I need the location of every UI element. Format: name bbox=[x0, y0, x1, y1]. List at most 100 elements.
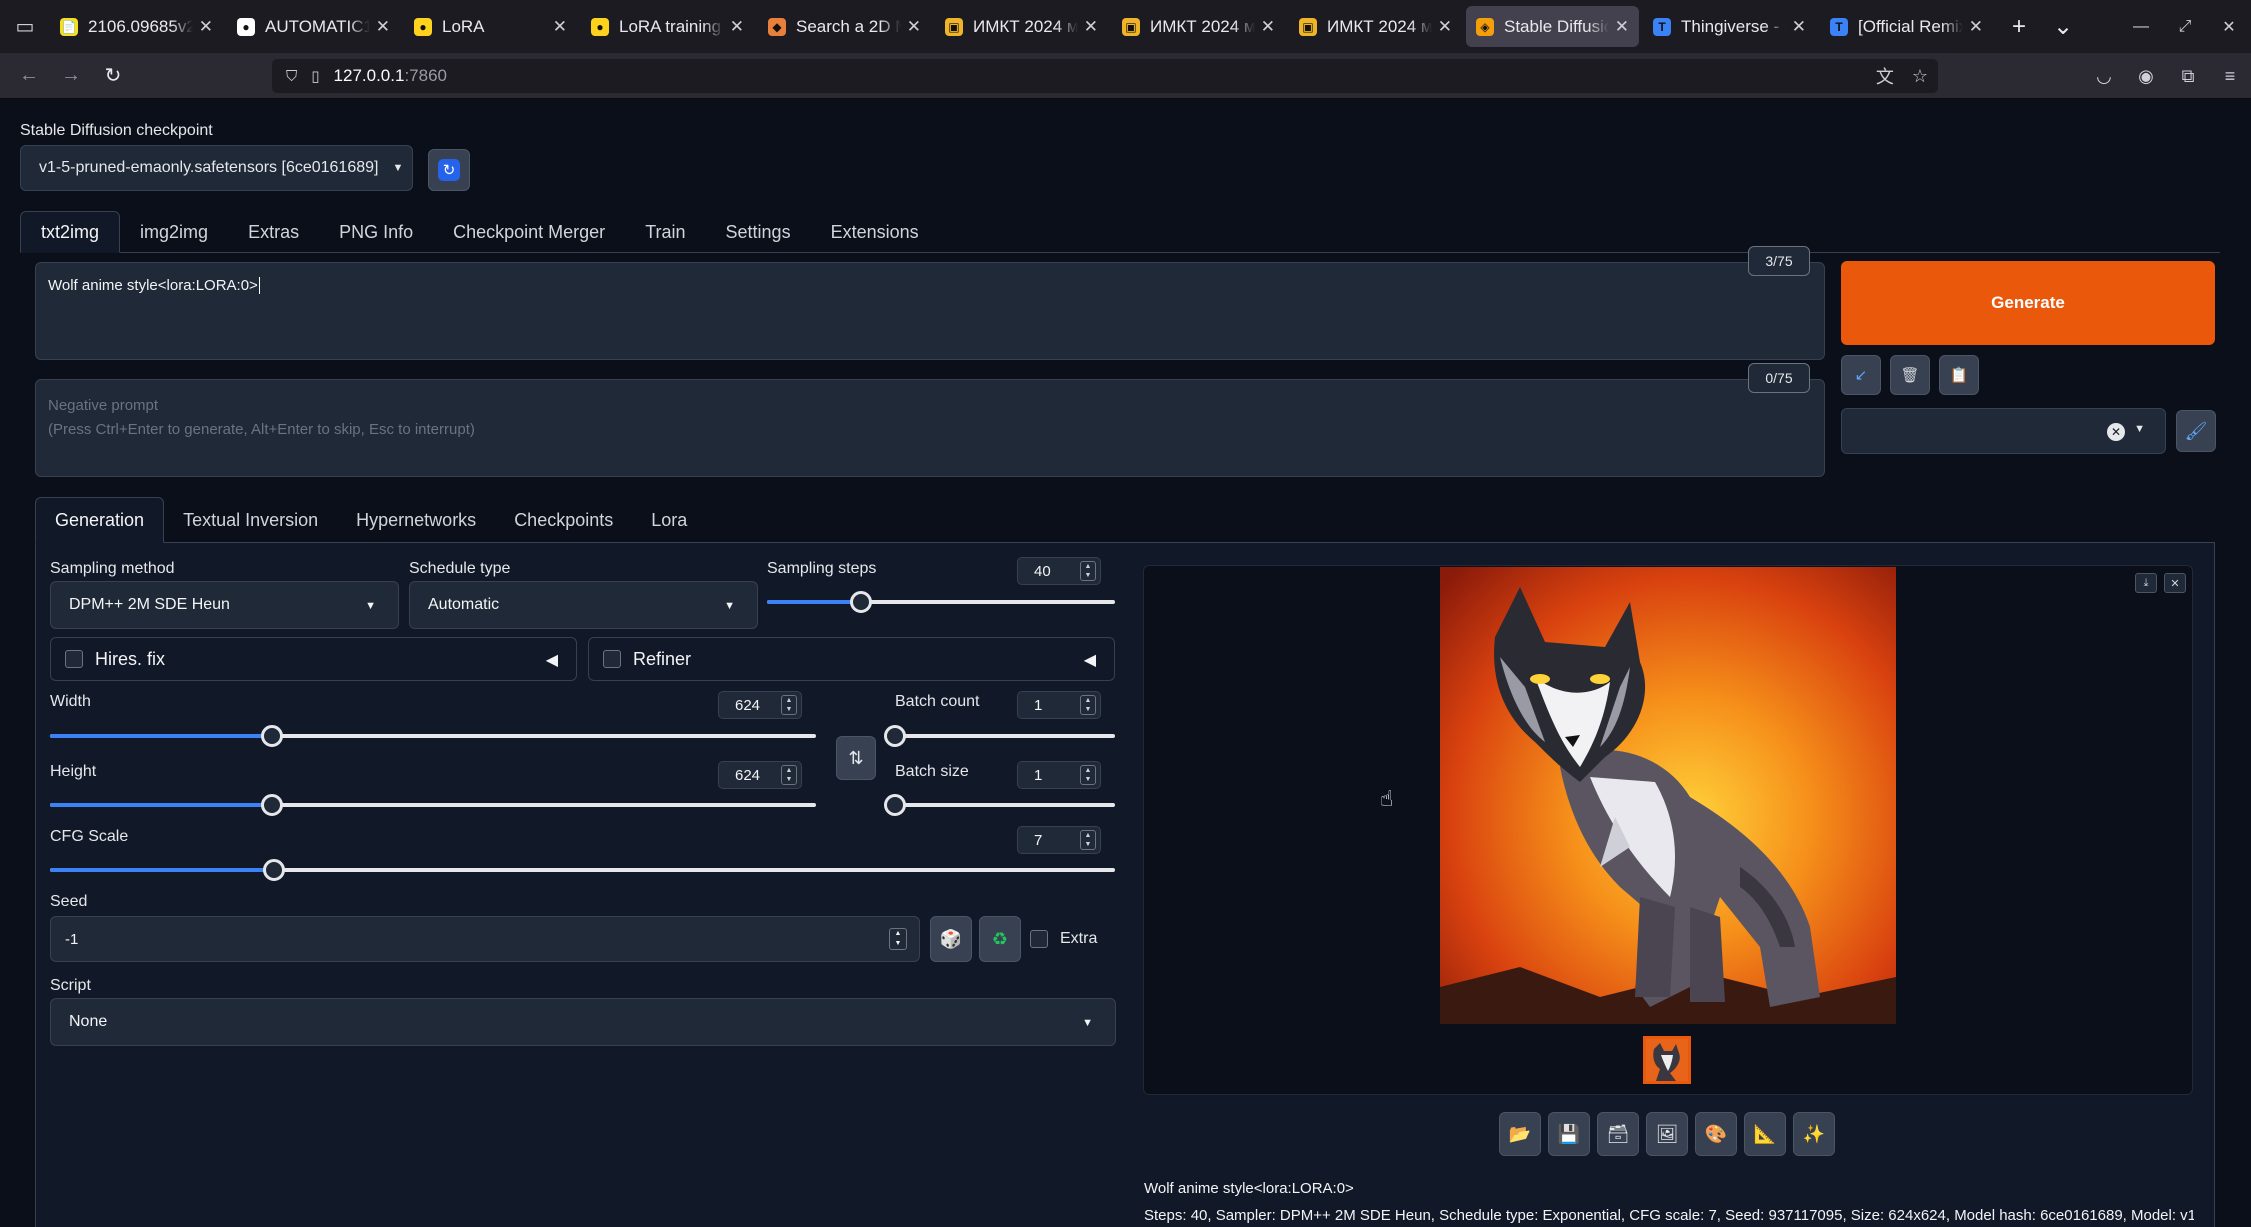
clear-icon[interactable]: ✕ bbox=[2107, 423, 2125, 441]
width-input[interactable]: 624 ▲ ▼ bbox=[718, 691, 802, 719]
tab-overflow-chevron-icon[interactable]: ⌄ bbox=[2041, 6, 2085, 47]
browser-tab[interactable]: 📄 2106.09685v2. ✕ bbox=[50, 6, 223, 47]
close-tab-icon[interactable]: ✕ bbox=[730, 17, 744, 37]
download-icon[interactable]: ⤓ bbox=[2135, 573, 2157, 593]
page-scrollbar[interactable] bbox=[2239, 100, 2251, 1227]
upscale-button[interactable]: ✨ bbox=[1793, 1112, 1835, 1156]
height-slider[interactable] bbox=[50, 794, 816, 816]
random-seed-button[interactable]: 🎲 bbox=[930, 916, 972, 962]
pocket-icon[interactable]: ◡ bbox=[2083, 66, 2125, 87]
restore-icon[interactable]: ⤢ bbox=[2163, 18, 2207, 36]
sampling-method-select[interactable]: DPM++ 2M SDE Heun ▼ bbox=[50, 581, 399, 629]
browser-tab[interactable]: ● AUTOMATIC111 ✕ bbox=[227, 6, 400, 47]
close-tab-icon[interactable]: ✕ bbox=[376, 17, 390, 37]
close-tab-icon[interactable]: ✕ bbox=[1261, 17, 1275, 37]
gallery-thumbnail[interactable] bbox=[1643, 1036, 1691, 1084]
tab-hypernetworks[interactable]: Hypernetworks bbox=[337, 497, 495, 543]
close-tab-icon[interactable]: ✕ bbox=[553, 17, 567, 37]
batch-count-input[interactable]: 1 ▲ ▼ bbox=[1017, 691, 1101, 719]
swap-dimensions-button[interactable]: ⇅ bbox=[836, 736, 876, 780]
back-icon[interactable]: ← bbox=[8, 64, 50, 87]
hires-fix-checkbox[interactable] bbox=[65, 650, 83, 668]
stepper-icon[interactable]: ▲ ▼ bbox=[1080, 830, 1096, 850]
url-bar[interactable]: ⛉ ▯ 127.0.0.1:7860 文 ☆ bbox=[272, 59, 1938, 93]
tab-png-info[interactable]: PNG Info bbox=[319, 211, 433, 253]
close-preview-icon[interactable]: ✕ bbox=[2164, 573, 2186, 593]
styles-select[interactable]: ✕ ▼ bbox=[1841, 408, 2166, 454]
browser-tab[interactable]: T Thingiverse - D ✕ bbox=[1643, 6, 1816, 47]
refiner-checkbox[interactable] bbox=[603, 650, 621, 668]
edit-styles-button[interactable]: 🖌 bbox=[2176, 410, 2216, 452]
hires-fix-accordion[interactable]: Hires. fix ◀ bbox=[50, 637, 577, 681]
browser-tab[interactable]: ▣ ИМКТ 2024 ма ✕ bbox=[1289, 6, 1462, 47]
browser-tab[interactable]: ▣ ИМКТ 2024 ма ✕ bbox=[935, 6, 1108, 47]
close-tab-icon[interactable]: ✕ bbox=[1615, 17, 1629, 37]
height-input[interactable]: 624 ▲ ▼ bbox=[718, 761, 802, 789]
close-tab-icon[interactable]: ✕ bbox=[1792, 17, 1806, 37]
reload-icon[interactable]: ↻ bbox=[92, 63, 134, 88]
cfg-scale-slider[interactable] bbox=[50, 859, 1115, 881]
batch-size-input[interactable]: 1 ▲ ▼ bbox=[1017, 761, 1101, 789]
list-all-tabs-icon[interactable]: ▭ bbox=[0, 0, 50, 53]
checkpoint-select[interactable]: v1-5-pruned-emaonly.safetensors [6ce0161… bbox=[20, 145, 413, 191]
new-tab-icon[interactable]: + bbox=[1997, 6, 2041, 47]
tab-textual-inversion[interactable]: Textual Inversion bbox=[164, 497, 337, 543]
send-to-inpaint-button[interactable]: 🎨 bbox=[1695, 1112, 1737, 1156]
seed-input[interactable]: -1 ▲ ▼ bbox=[50, 916, 920, 962]
save-button[interactable]: 💾 bbox=[1548, 1112, 1590, 1156]
slider-thumb[interactable] bbox=[850, 591, 872, 613]
stepper-icon[interactable]: ▲ ▼ bbox=[1080, 695, 1096, 715]
close-tab-icon[interactable]: ✕ bbox=[1084, 17, 1098, 37]
tab-generation[interactable]: Generation bbox=[35, 497, 165, 543]
tab-lora[interactable]: Lora bbox=[632, 497, 706, 543]
cfg-scale-input[interactable]: 7 ▲ ▼ bbox=[1017, 826, 1101, 854]
tab-train[interactable]: Train bbox=[625, 211, 705, 253]
negative-prompt-textarea[interactable]: Negative prompt (Press Ctrl+Enter to gen… bbox=[35, 379, 1825, 477]
close-window-icon[interactable]: ✕ bbox=[2207, 17, 2251, 37]
close-tab-icon[interactable]: ✕ bbox=[199, 17, 213, 37]
tab-txt2img[interactable]: txt2img bbox=[20, 211, 121, 253]
stepper-icon[interactable]: ▲ ▼ bbox=[781, 765, 797, 785]
sampling-steps-slider[interactable] bbox=[767, 591, 1115, 613]
translate-icon[interactable]: 文 bbox=[1876, 63, 1894, 89]
extra-checkbox[interactable] bbox=[1030, 930, 1048, 948]
browser-tab[interactable]: ◈ Stable Diffusio ✕ bbox=[1466, 6, 1639, 47]
stepper-icon[interactable]: ▲ ▼ bbox=[781, 695, 797, 715]
script-select[interactable]: None ▼ bbox=[50, 998, 1116, 1046]
stepper-icon[interactable]: ▲ ▼ bbox=[1080, 765, 1096, 785]
send-to-extras-button[interactable]: 📐 bbox=[1744, 1112, 1786, 1156]
send-to-img2img-button[interactable]: 🖼 bbox=[1646, 1112, 1688, 1156]
tab-checkpoint-merger[interactable]: Checkpoint Merger bbox=[433, 211, 625, 253]
extensions-icon[interactable]: ⧉ bbox=[2167, 66, 2209, 87]
account-icon[interactable]: ◉ bbox=[2125, 66, 2167, 87]
tab-img2img[interactable]: img2img bbox=[120, 211, 228, 253]
open-folder-button[interactable]: 📂 bbox=[1499, 1112, 1541, 1156]
slider-thumb[interactable] bbox=[884, 794, 906, 816]
refiner-accordion[interactable]: Refiner ◀ bbox=[588, 637, 1115, 681]
extra-seed-option[interactable]: Extra bbox=[1030, 930, 1097, 948]
generate-button[interactable]: Generate bbox=[1841, 261, 2215, 345]
slider-thumb[interactable] bbox=[261, 725, 283, 747]
close-tab-icon[interactable]: ✕ bbox=[1969, 17, 1983, 37]
browser-tab[interactable]: ● LoRA ✕ bbox=[404, 6, 577, 47]
browser-tab[interactable]: ● LoRA training ✕ bbox=[581, 6, 754, 47]
width-slider[interactable] bbox=[50, 725, 816, 747]
batch-size-slider[interactable] bbox=[884, 794, 1115, 816]
slider-thumb[interactable] bbox=[261, 794, 283, 816]
browser-tab[interactable]: ▣ ИМКТ 2024 ма ✕ bbox=[1112, 6, 1285, 47]
reuse-seed-button[interactable]: ♻ bbox=[979, 916, 1021, 962]
slider-thumb[interactable] bbox=[884, 725, 906, 747]
browser-tab[interactable]: ◆ Search a 2D M ✕ bbox=[758, 6, 931, 47]
close-tab-icon[interactable]: ✕ bbox=[1438, 17, 1452, 37]
shield-icon[interactable]: ⛉ bbox=[286, 68, 297, 85]
prompt-textarea[interactable]: Wolf anime style<lora:LORA:0> bbox=[35, 262, 1825, 360]
minimize-icon[interactable]: — bbox=[2119, 18, 2163, 36]
menu-icon[interactable]: ≡ bbox=[2209, 66, 2251, 87]
tab-extras[interactable]: Extras bbox=[228, 211, 319, 253]
slider-thumb[interactable] bbox=[263, 859, 285, 881]
browser-tab[interactable]: T [Official Remix ✕ bbox=[1820, 6, 1993, 47]
collapse-triangle-icon[interactable]: ◀ bbox=[546, 650, 558, 670]
zip-button[interactable]: 🗃 bbox=[1597, 1112, 1639, 1156]
tab-settings[interactable]: Settings bbox=[706, 211, 811, 253]
bookmark-star-icon[interactable]: ☆ bbox=[1912, 66, 1928, 87]
